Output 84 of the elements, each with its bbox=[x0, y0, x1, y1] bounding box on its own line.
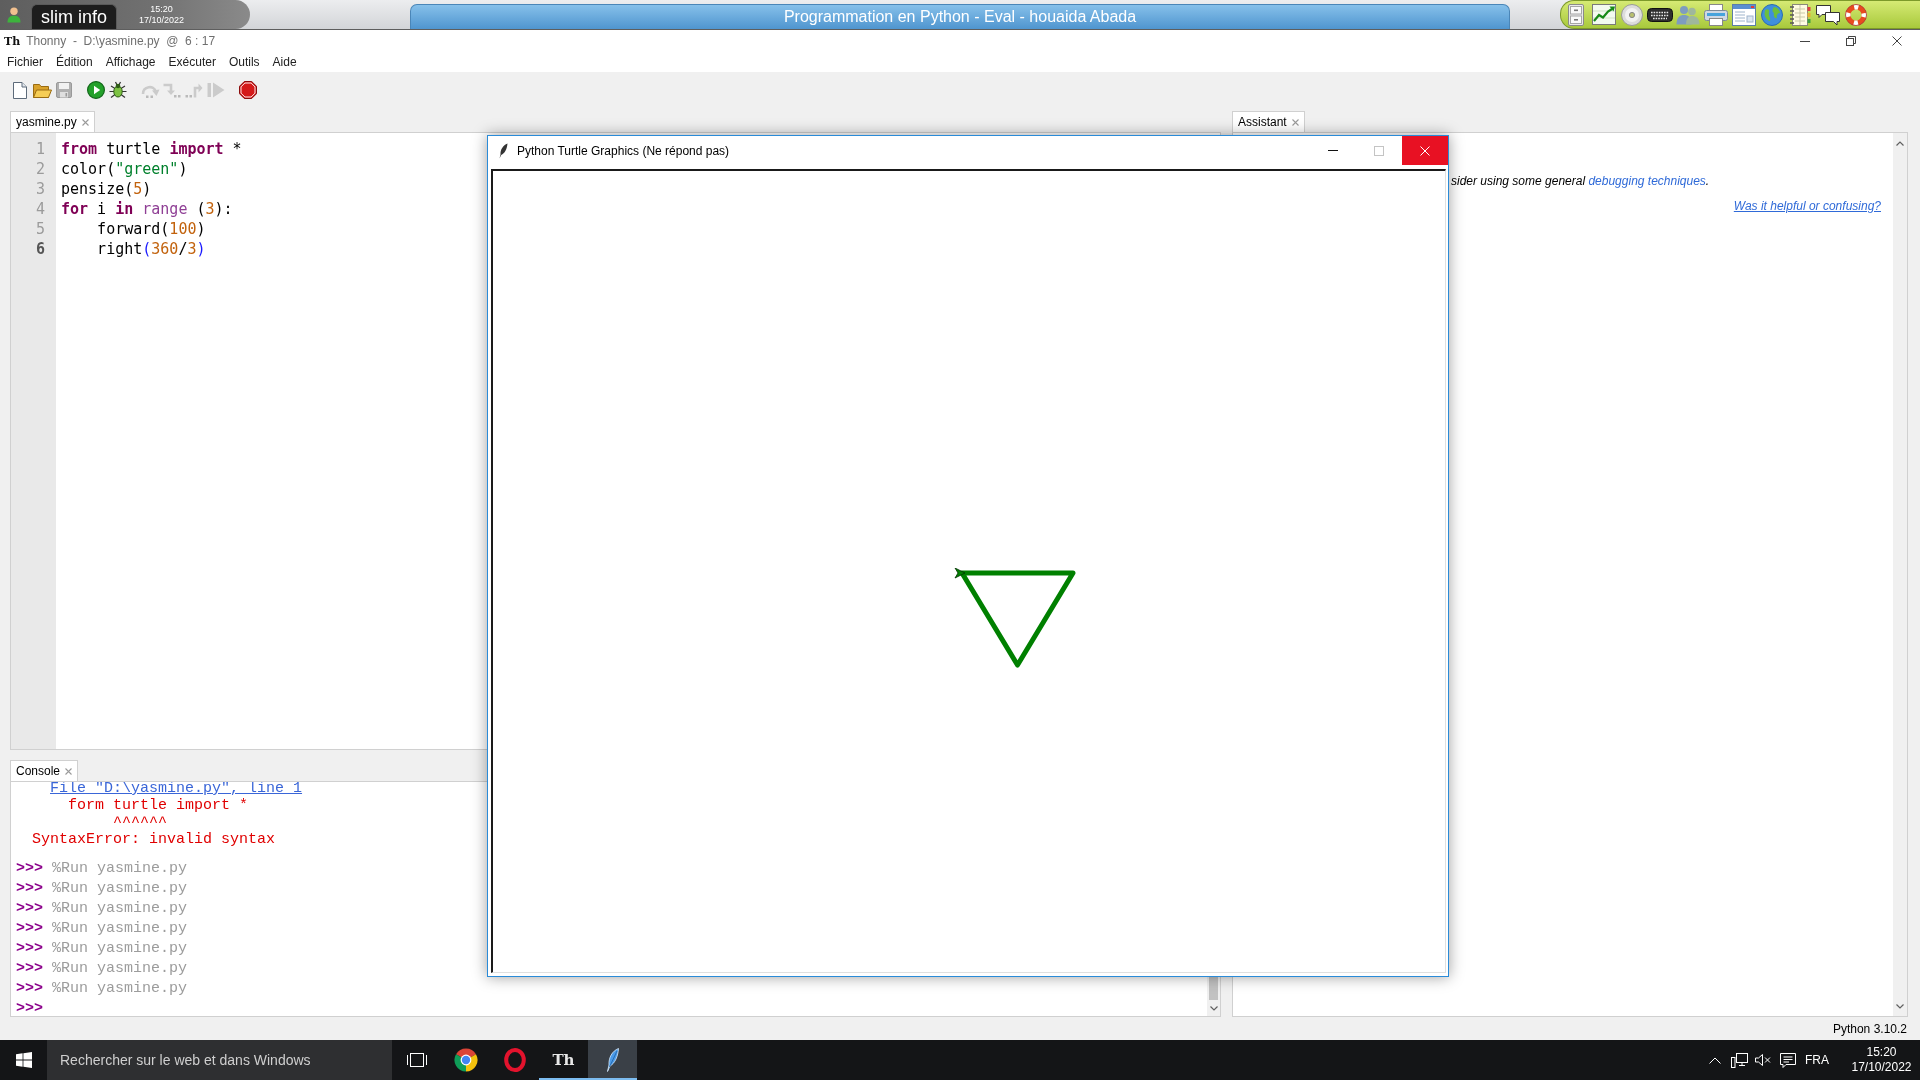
code-line: from turtle import * bbox=[61, 140, 242, 158]
tab[interactable]: Assistant bbox=[1232, 111, 1305, 132]
console-command: %Run yasmine.py bbox=[52, 900, 188, 917]
assistant-text: sider using some general debugging techniques. bbox=[1451, 174, 1710, 188]
scrollbar-thumb[interactable] bbox=[1209, 977, 1218, 1000]
window-title: Python Turtle Graphics (Ne répond pas) bbox=[517, 143, 730, 158]
code-line: for i in range (3): bbox=[61, 200, 233, 218]
code-line: color("green") bbox=[61, 160, 188, 178]
feather-icon[interactable] bbox=[606, 1048, 619, 1072]
browser-window-icon[interactable] bbox=[1732, 3, 1756, 26]
console-prompt: >>> bbox=[16, 1000, 43, 1016]
line-number: 6 bbox=[35, 240, 45, 258]
console-prompt: >>> bbox=[16, 860, 43, 877]
line-number: 3 bbox=[35, 180, 45, 198]
minimize-icon[interactable] bbox=[1800, 40, 1810, 42]
menu-item[interactable]: Affichage bbox=[105, 55, 156, 69]
language-indicator[interactable]: FRA bbox=[1805, 1053, 1829, 1067]
console-command: %Run yasmine.py bbox=[52, 940, 188, 957]
menu-item[interactable]: Exécuter bbox=[168, 55, 216, 69]
network-icon[interactable] bbox=[1730, 1052, 1748, 1068]
chat-bubbles-icon[interactable] bbox=[1816, 3, 1840, 26]
menu-item[interactable]: Édition bbox=[56, 55, 93, 69]
cabinet-icon[interactable] bbox=[1568, 3, 1584, 26]
clock-time[interactable]: 15:20 bbox=[1866, 1045, 1897, 1060]
window-title: Thonny - D:\yasmine.py @ 6 : 17 bbox=[26, 34, 216, 48]
search-field[interactable]: Rechercher sur le web et dans Windows bbox=[47, 1040, 392, 1080]
code-line: right(360/3) bbox=[97, 240, 206, 258]
console-command: %Run yasmine.py bbox=[52, 980, 188, 997]
line-chart-icon[interactable] bbox=[1592, 4, 1616, 25]
console-command: %Run yasmine.py bbox=[52, 960, 188, 977]
lifebuoy-icon[interactable] bbox=[1845, 3, 1867, 26]
console-prompt: >>> bbox=[16, 920, 43, 937]
windows-logo-icon[interactable] bbox=[15, 1052, 32, 1068]
scroll-down-icon[interactable] bbox=[1896, 1003, 1904, 1009]
taskbar-button[interactable]: Th bbox=[539, 1040, 588, 1080]
console-prompt: >>> bbox=[16, 900, 43, 917]
app-logo: Th bbox=[4, 34, 21, 48]
help-link[interactable]: debugging techniques bbox=[1588, 174, 1706, 188]
code-line: pensize(5) bbox=[61, 180, 152, 198]
line-number: 2 bbox=[35, 160, 45, 178]
notification-icon[interactable] bbox=[1780, 1052, 1796, 1068]
feedback-link[interactable]: Was it helpful or confusing? bbox=[1733, 199, 1881, 213]
clock-date[interactable]: 17/10/2022 bbox=[1851, 1060, 1912, 1075]
menu-item[interactable]: Outils bbox=[228, 55, 260, 69]
task-view-icon[interactable] bbox=[406, 1053, 427, 1067]
scroll-down-icon[interactable] bbox=[1209, 1005, 1218, 1011]
line-number: 1 bbox=[35, 140, 45, 158]
version-label: Python 3.10.2 bbox=[1832, 1021, 1907, 1036]
scrollbar[interactable] bbox=[1893, 133, 1907, 1016]
menu-item[interactable]: Aide bbox=[272, 55, 297, 69]
console-prompt: >>> bbox=[16, 960, 43, 977]
clock-date: 17/10/2022 bbox=[139, 14, 185, 26]
chevron-up-icon[interactable] bbox=[1709, 1056, 1721, 1064]
user-icon bbox=[7, 6, 21, 23]
disc-icon[interactable] bbox=[1621, 3, 1643, 26]
feather-icon bbox=[499, 142, 508, 159]
chrome-icon[interactable] bbox=[453, 1048, 478, 1072]
line-number: 4 bbox=[35, 200, 45, 218]
clock-time: 15:20 bbox=[150, 3, 173, 15]
speaker-muted-icon[interactable] bbox=[1755, 1054, 1771, 1066]
scroll-up-icon[interactable] bbox=[1896, 140, 1904, 146]
printer-icon[interactable] bbox=[1704, 3, 1728, 26]
menu-item[interactable]: Fichier bbox=[7, 55, 43, 69]
console-prompt: >>> bbox=[16, 940, 43, 957]
app-tab[interactable]: slim info bbox=[31, 4, 117, 29]
error-message: SyntaxError: invalid syntax bbox=[32, 831, 276, 848]
console-command: %Run yasmine.py bbox=[52, 860, 188, 877]
globe-icon[interactable] bbox=[1761, 3, 1783, 26]
restore-icon[interactable] bbox=[1846, 36, 1856, 46]
line-number: 5 bbox=[35, 220, 45, 238]
console-command: %Run yasmine.py bbox=[52, 920, 188, 937]
error-pointer: ^^^^^^ bbox=[113, 814, 167, 831]
taskbar-button[interactable] bbox=[588, 1040, 637, 1080]
code-line: forward(100) bbox=[97, 220, 206, 238]
console-prompt: >>> bbox=[16, 980, 43, 997]
error-source-text: form turtle import * bbox=[68, 797, 249, 814]
console-command: %Run yasmine.py bbox=[52, 880, 188, 897]
opera-icon[interactable] bbox=[503, 1048, 526, 1072]
tab[interactable]: Console bbox=[10, 760, 79, 781]
notebook-icon[interactable] bbox=[1789, 3, 1811, 26]
keyboard-icon[interactable] bbox=[1647, 7, 1673, 22]
console-prompt: >>> bbox=[16, 880, 43, 897]
tab[interactable]: yasmine.py bbox=[10, 111, 95, 132]
close-icon[interactable] bbox=[1892, 36, 1902, 46]
